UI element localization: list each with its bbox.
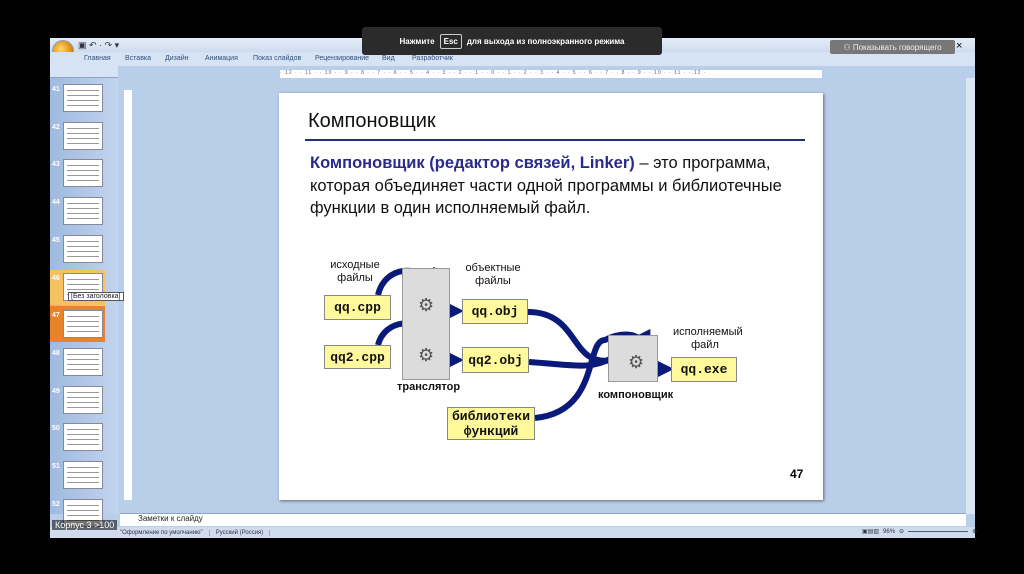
corpus-overlay: Корпус 3 >100 bbox=[52, 520, 118, 530]
zoom-out-icon[interactable]: ⊖ bbox=[899, 528, 904, 535]
zoom-control: ▣▤▥ 96% ⊖ ⊕ bbox=[862, 528, 977, 536]
slide-number: 47 bbox=[790, 467, 804, 481]
object-files-label: объектные файлы bbox=[465, 262, 521, 287]
zoom-slider[interactable] bbox=[908, 531, 969, 532]
zoom-in-icon[interactable]: ⊕ bbox=[972, 528, 977, 535]
file-qq-cpp: qq.cpp bbox=[324, 295, 391, 320]
theme-name: "Оформление по умолчанию" bbox=[50, 529, 210, 536]
source-files-label: исходные файлы bbox=[330, 259, 380, 284]
grinder-icon: ⚙ bbox=[628, 352, 645, 372]
library-functions: библиотеки функций bbox=[447, 407, 535, 440]
grinder-icon: ⚙ bbox=[418, 345, 435, 365]
translator-label: транслятор bbox=[397, 381, 461, 393]
file-qq-obj: qq.obj bbox=[462, 299, 528, 324]
file-qq2-cpp: qq2.cpp bbox=[324, 345, 391, 369]
executable-label: исполняемый файл bbox=[673, 326, 743, 351]
linker-label: компоновщик bbox=[598, 389, 674, 401]
grinder-icon: ⚙ bbox=[418, 295, 435, 315]
file-qq-exe: qq.exe bbox=[671, 357, 737, 382]
zoom-level[interactable]: 96% bbox=[883, 529, 895, 535]
language[interactable]: Русский (Россия) bbox=[210, 529, 271, 536]
view-buttons[interactable]: ▣▤▥ bbox=[862, 528, 879, 535]
arrow-obj1 bbox=[527, 309, 613, 364]
notes-pane[interactable]: Заметки к слайду bbox=[120, 513, 966, 526]
status-bar: "Оформление по умолчанию" Русский (Росси… bbox=[50, 527, 975, 538]
file-qq2-obj: qq2.obj bbox=[462, 347, 529, 373]
